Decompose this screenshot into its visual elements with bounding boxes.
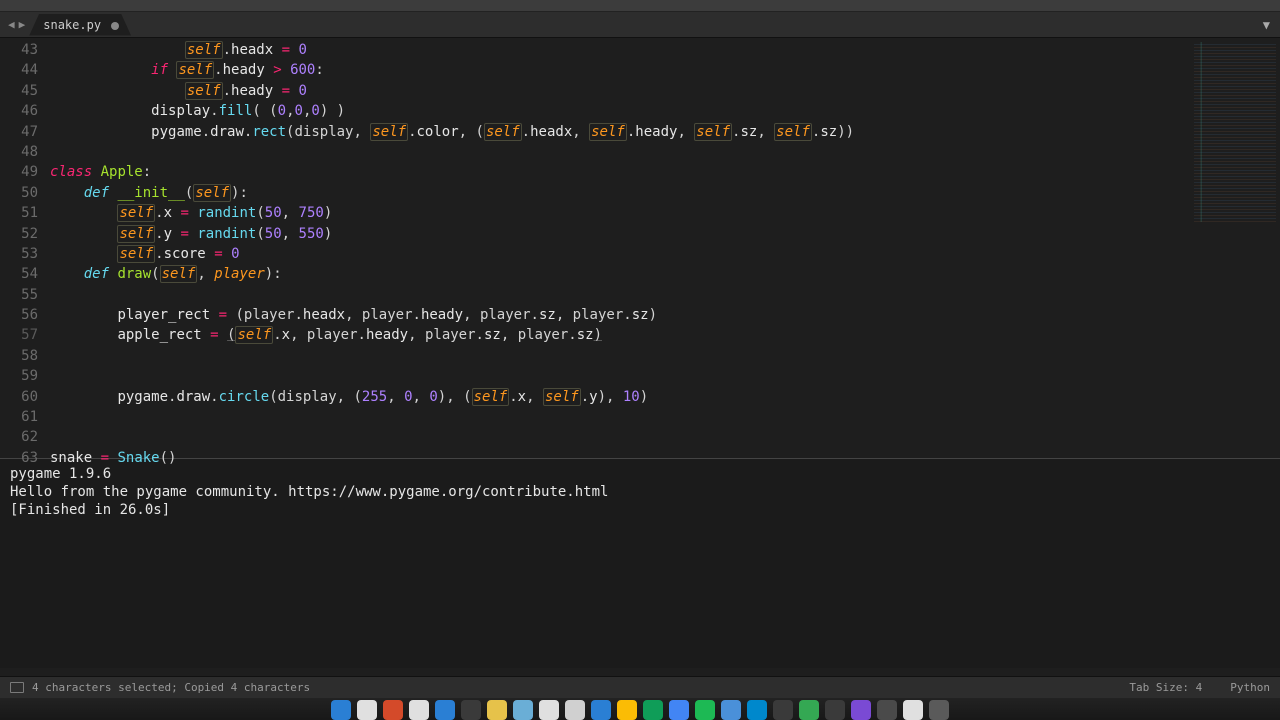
console-line: [Finished in 26.0s]: [10, 501, 1270, 519]
dock-app-icon[interactable]: [747, 700, 767, 720]
dock-app-icon[interactable]: [903, 700, 923, 720]
status-syntax[interactable]: Python: [1230, 681, 1270, 694]
dock-app-icon[interactable]: [877, 700, 897, 720]
nav-arrows[interactable]: ◀ ▶: [0, 18, 33, 31]
dock-app-icon[interactable]: [409, 700, 429, 720]
status-tabsize[interactable]: Tab Size: 4: [1129, 681, 1202, 694]
dock-app-icon[interactable]: [643, 700, 663, 720]
dock-app-icon[interactable]: [357, 700, 377, 720]
dirty-indicator-icon: [111, 22, 119, 30]
dock-app-icon[interactable]: [695, 700, 715, 720]
line-gutter: 4344454647484950515253545556575859606162…: [0, 38, 50, 458]
console-line: Hello from the pygame community. https:/…: [10, 483, 1270, 501]
macos-dock[interactable]: [0, 698, 1280, 720]
dock-app-icon[interactable]: [669, 700, 689, 720]
tab-snake-py[interactable]: snake.py: [29, 14, 131, 36]
dock-app-icon[interactable]: [721, 700, 741, 720]
dock-app-icon[interactable]: [929, 700, 949, 720]
dock-app-icon[interactable]: [435, 700, 455, 720]
dock-app-icon[interactable]: [851, 700, 871, 720]
editor[interactable]: 4344454647484950515253545556575859606162…: [0, 38, 1280, 458]
minimap[interactable]: [1190, 38, 1280, 458]
dock-app-icon[interactable]: [539, 700, 559, 720]
window-title-bar: [0, 0, 1280, 12]
output-console[interactable]: pygame 1.9.6 Hello from the pygame commu…: [0, 458, 1280, 668]
status-bar: 4 characters selected; Copied 4 characte…: [0, 676, 1280, 698]
dock-app-icon[interactable]: [487, 700, 507, 720]
tab-label: snake.py: [43, 18, 101, 32]
tab-menu-icon[interactable]: ▼: [1263, 18, 1270, 32]
panel-icon[interactable]: [10, 682, 24, 693]
back-icon[interactable]: ◀: [8, 18, 15, 31]
dock-app-icon[interactable]: [565, 700, 585, 720]
dock-app-icon[interactable]: [825, 700, 845, 720]
dock-app-icon[interactable]: [591, 700, 611, 720]
status-message: 4 characters selected; Copied 4 characte…: [32, 681, 310, 694]
tab-bar: ◀ ▶ snake.py ▼: [0, 12, 1280, 38]
dock-app-icon[interactable]: [331, 700, 351, 720]
forward-icon[interactable]: ▶: [19, 18, 26, 31]
minimap-content: [1194, 42, 1276, 222]
dock-app-icon[interactable]: [383, 700, 403, 720]
dock-app-icon[interactable]: [513, 700, 533, 720]
dock-app-icon[interactable]: [461, 700, 481, 720]
dock-app-icon[interactable]: [773, 700, 793, 720]
dock-app-icon[interactable]: [617, 700, 637, 720]
dock-app-icon[interactable]: [799, 700, 819, 720]
code-area[interactable]: self.headx = 0 if self.heady > 600: self…: [50, 38, 1190, 458]
